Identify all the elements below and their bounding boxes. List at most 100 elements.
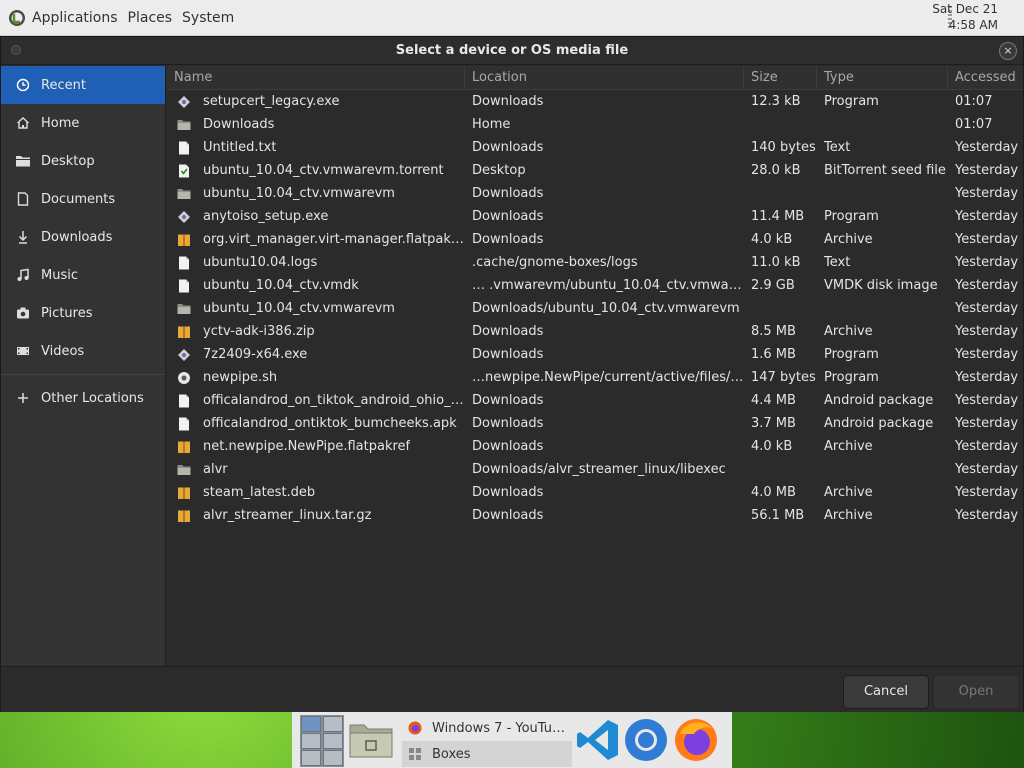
table-row[interactable]: ubuntu_10.04_ctv.vmwarevm Downloads/ubunt… [167,297,1023,320]
file-location: Downloads/alvr_streamer_linux/libexec [472,462,726,477]
file-manager-icon[interactable] [348,719,394,759]
archive-file-icon [177,233,191,247]
sidebar-item-home[interactable]: Home [1,104,165,142]
table-row[interactable]: alvr Downloads/alvr_streamer_linux/libexe… [167,458,1023,481]
sidebar-separator [1,374,165,375]
column-header-size[interactable]: Size [744,66,817,89]
places-menu[interactable]: Places [128,10,173,26]
workspace-switcher[interactable] [300,715,344,767]
file-name-cell: steam_latest.deb [167,485,465,500]
table-row[interactable]: ubuntu_10.04_ctv.vmdk … .vmwarevm/ubuntu_… [167,274,1023,297]
table-row[interactable]: newpipe.sh …newpipe.NewPipe/current/activ… [167,366,1023,389]
table-row[interactable]: alvr_streamer_linux.tar.gz Downloads 56.1 … [167,504,1023,527]
file-name-cell: org.virt_manager.virt-manager.flatpakref [167,232,465,247]
table-row[interactable]: org.virt_manager.virt-manager.flatpakref… [167,228,1023,251]
mate-logo-icon[interactable] [8,9,26,27]
file-size: 2.9 GB [751,278,795,293]
file-type: Text [824,255,851,270]
dialog-titlebar[interactable]: Select a device or OS media file × [1,37,1023,65]
file-accessed: Yesterday [955,163,1019,178]
open-button[interactable]: Open [933,675,1019,709]
column-header-name[interactable]: Name [167,66,465,89]
workspace-5[interactable] [301,750,321,766]
window-menu-icon[interactable] [11,45,21,55]
column-header-accessed[interactable]: Accessed [948,66,1023,89]
workspace-2[interactable] [323,716,343,732]
table-row[interactable]: setupcert_legacy.exe Downloads 12.3 kB Prog… [167,90,1023,113]
file-type: Archive [824,439,873,454]
file-location: Downloads [472,94,544,109]
chromium-icon[interactable] [622,716,670,764]
file-type: Program [824,347,879,362]
file-accessed: Yesterday [955,232,1019,247]
workspace-4[interactable] [323,733,343,749]
file-name-cell: newpipe.sh [167,370,465,385]
file-size: 56.1 MB [751,508,805,523]
sidebar-item-recent[interactable]: Recent [1,66,165,104]
file-type: Program [824,94,879,109]
column-header-location[interactable]: Location [465,66,744,89]
table-row[interactable]: Untitled.txt Downloads 140 bytes Text Yester… [167,136,1023,159]
table-row[interactable]: ubuntu_10.04_ctv.vmwarevm.torrent Desktop… [167,159,1023,182]
file-size: 4.0 kB [751,439,793,454]
cancel-button[interactable]: Cancel [843,675,929,709]
file-size: 28.0 kB [751,163,801,178]
taskbar-window-boxes[interactable]: Boxes [402,741,572,767]
file-location: Downloads [472,324,544,339]
table-row[interactable]: Downloads Home 01:07 [167,113,1023,136]
file-name-cell: Downloads [167,117,465,132]
table-row[interactable]: net.newpipe.NewPipe.flatpakref Downloads 4… [167,435,1023,458]
table-row[interactable]: ubuntu10.04.logs .cache/gnome-boxes/logs 1… [167,251,1023,274]
music-icon [15,267,31,283]
text-file-icon [177,417,191,431]
clock-time: 4:58 AM [948,18,998,32]
table-row[interactable]: yctv-adk-i386.zip Downloads 8.5 MB Archive Y… [167,320,1023,343]
file-name-cell: alvr_streamer_linux.tar.gz [167,508,465,523]
table-row[interactable]: officalandrod_ontiktok_bumcheeks.apk Down… [167,412,1023,435]
sidebar-item-music[interactable]: Music [1,256,165,294]
sidebar-item-desktop[interactable]: Desktop [1,142,165,180]
system-menu[interactable]: System [182,10,234,26]
file-name-cell: net.newpipe.NewPipe.flatpakref [167,439,465,454]
workspace-1[interactable] [301,716,321,732]
text-file-icon [177,141,191,155]
column-header-type[interactable]: Type [817,66,948,89]
archive-file-icon [177,509,191,523]
sidebar-item-videos[interactable]: Videos [1,332,165,370]
file-type: Android package [824,393,934,408]
file-accessed: Yesterday [955,508,1019,523]
file-name: ubuntu10.04.logs [203,255,318,270]
sidebar-item-documents[interactable]: Documents [1,180,165,218]
sidebar-item-downloads[interactable]: Downloads [1,218,165,256]
applications-menu[interactable]: Applications [32,10,118,26]
table-row[interactable]: anytoiso_setup.exe Downloads 11.4 MB Progra… [167,205,1023,228]
sidebar-item-pictures[interactable]: Pictures [1,294,165,332]
folder-file-icon [177,118,191,132]
taskbar-window-youtube[interactable]: Windows 7 - YouTu… [402,715,572,741]
close-button[interactable]: × [999,42,1017,60]
sidebar-item-other-locations[interactable]: Other Locations [1,379,165,417]
workspace-3[interactable] [301,733,321,749]
file-name: Downloads [203,117,275,132]
file-name: alvr [203,462,228,477]
text-file-icon [177,279,191,293]
file-size: 140 bytes [751,140,816,155]
file-name: ubuntu_10.04_ctv.vmwarevm [203,301,395,316]
file-name: net.newpipe.NewPipe.flatpakref [203,439,411,454]
sidebar-item-label: Desktop [41,153,95,169]
program-file-icon [177,95,191,109]
clock[interactable]: Sat Dec 21 4:58 AM [932,1,998,33]
table-row[interactable]: ubuntu_10.04_ctv.vmwarevm Downloads Yester… [167,182,1023,205]
workspace-6[interactable] [323,750,343,766]
sidebar-item-label: Other Locations [41,390,144,406]
file-size: 147 bytes [751,370,816,385]
table-row[interactable]: steam_latest.deb Downloads 4.0 MB Archive Ye… [167,481,1023,504]
file-size: 8.5 MB [751,324,796,339]
table-row[interactable]: 7z2409-x64.exe Downloads 1.6 MB Program Yest… [167,343,1023,366]
file-type: Android package [824,416,934,431]
firefox-launcher-icon[interactable] [672,716,720,764]
file-name: officalandrod_on_tiktok_android_ohio_4… [203,393,465,408]
file-type: Archive [824,508,873,523]
table-row[interactable]: officalandrod_on_tiktok_android_ohio_4… D… [167,389,1023,412]
vscode-icon[interactable] [574,716,622,764]
